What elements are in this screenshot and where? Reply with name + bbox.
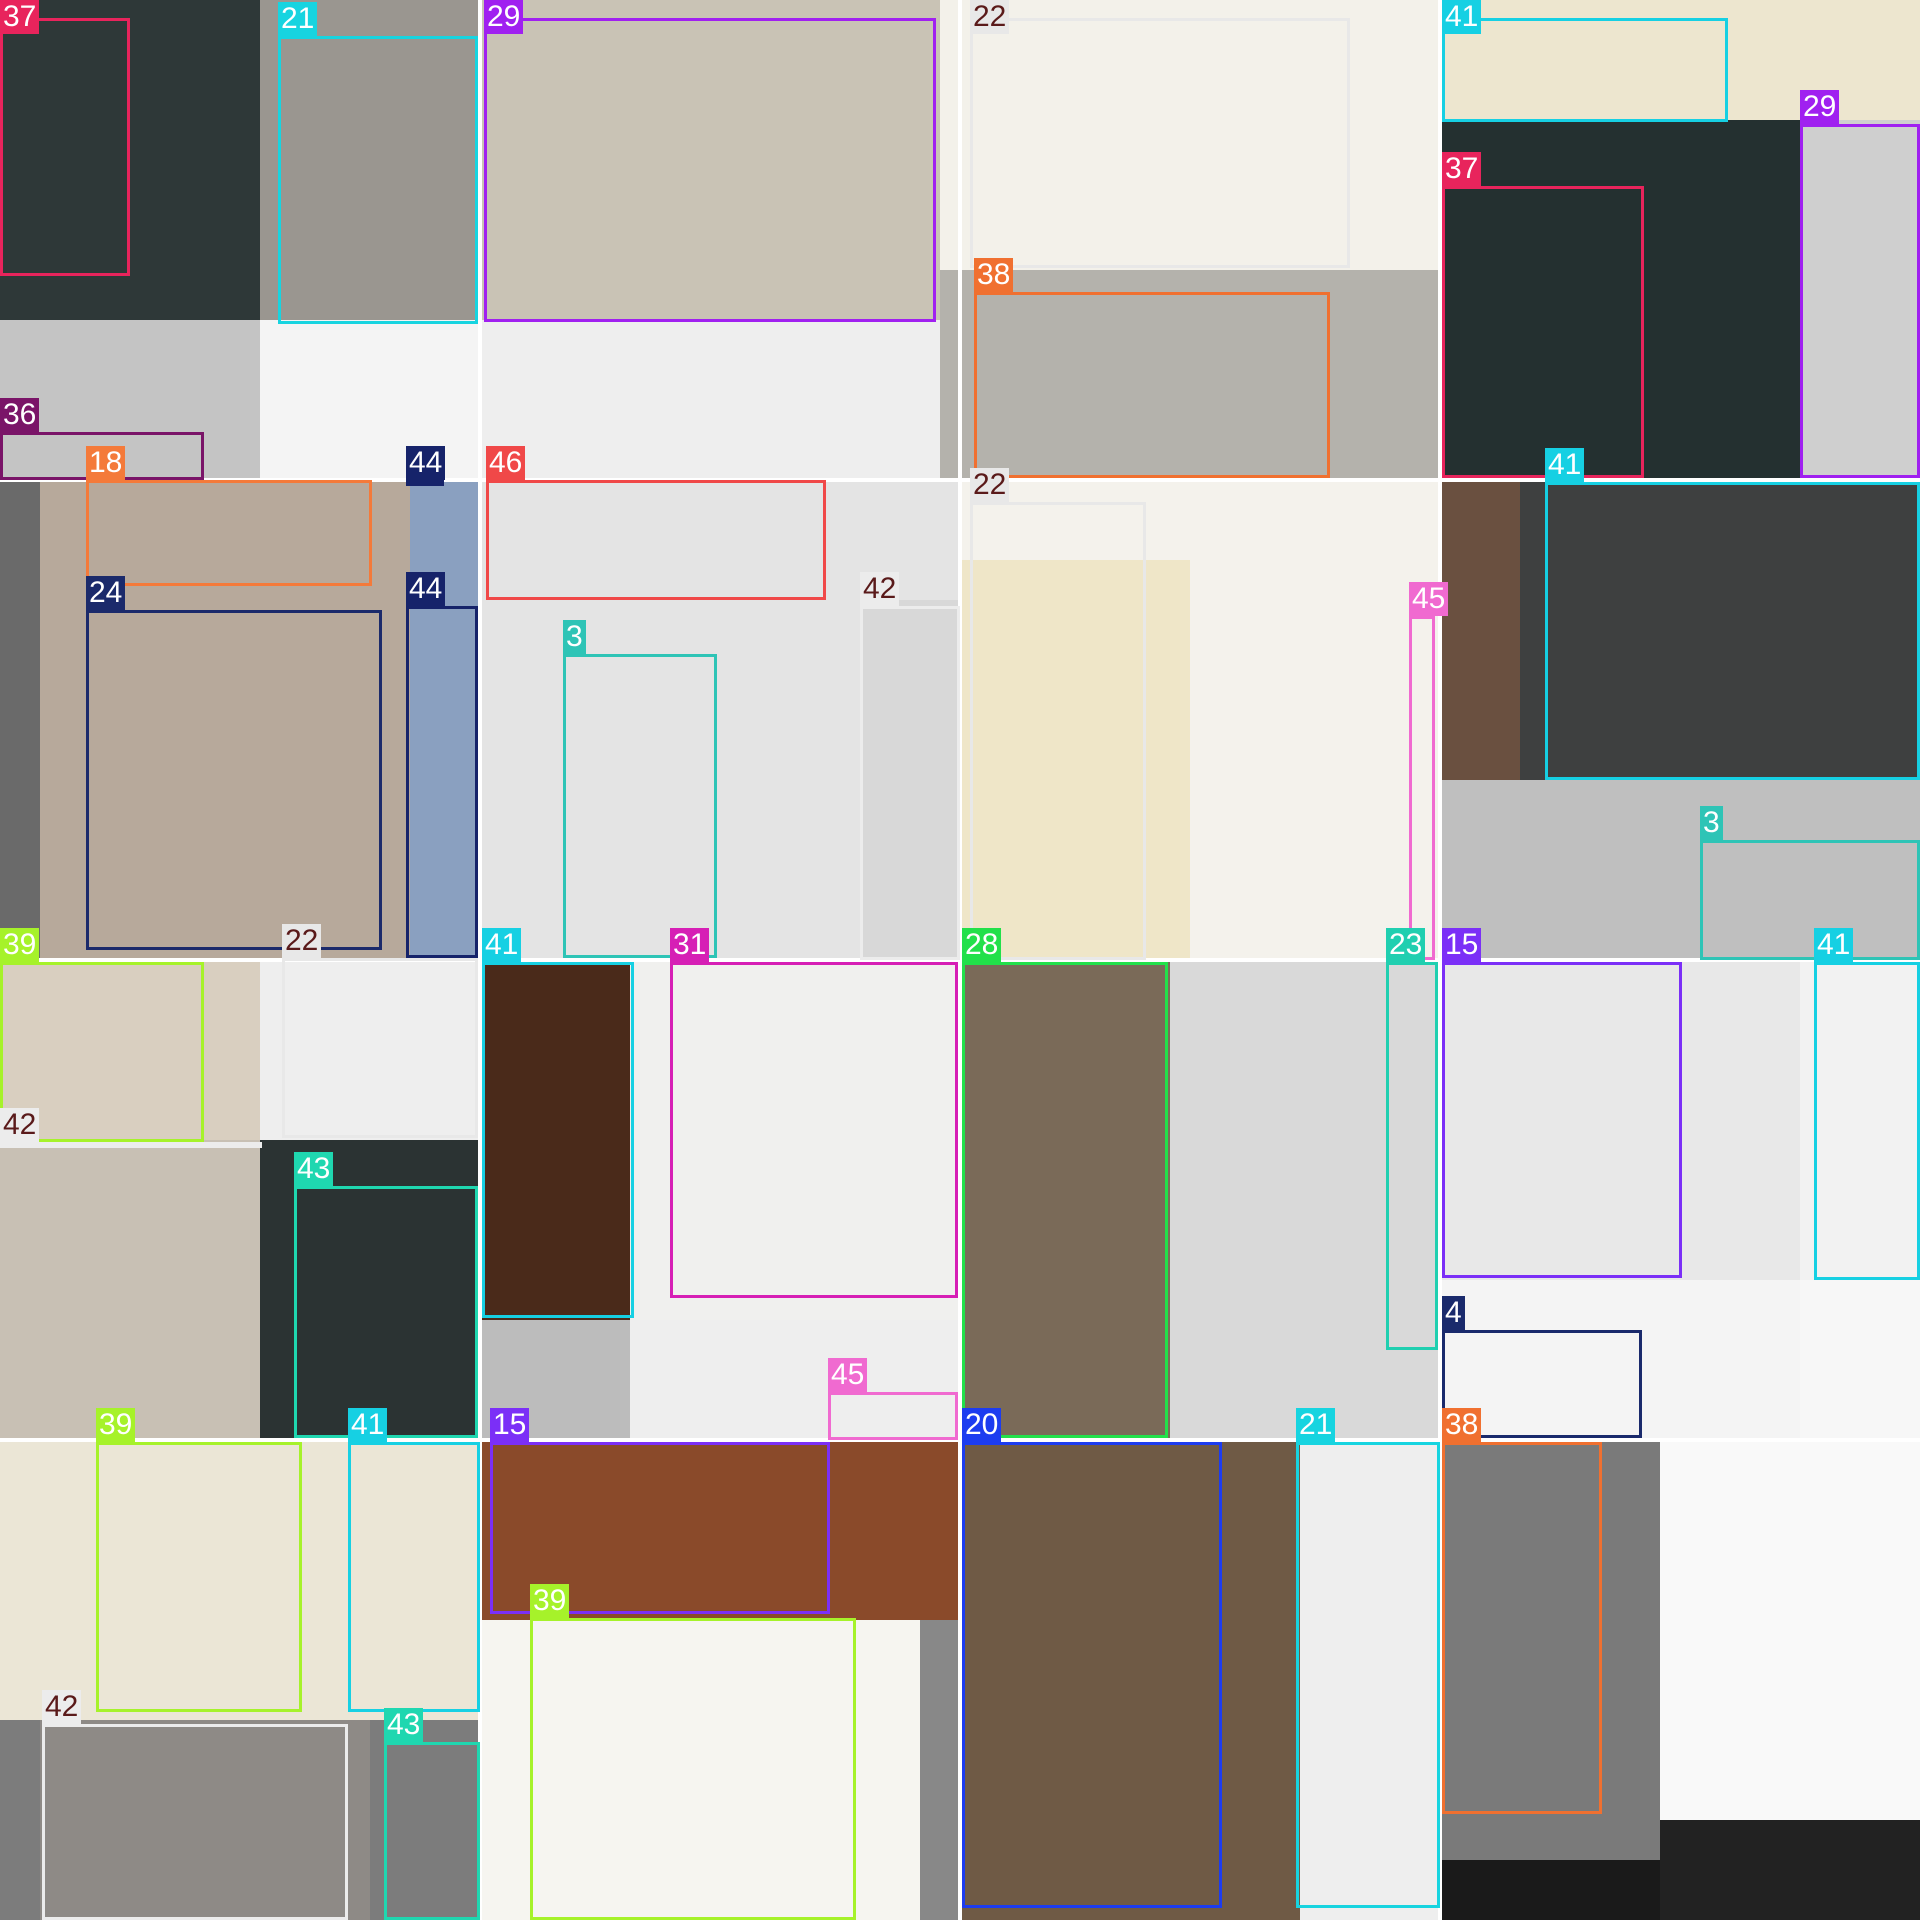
detection-box	[1386, 962, 1438, 1350]
detection-box	[278, 36, 478, 324]
photo-fragment	[920, 1620, 960, 1920]
detection-box	[670, 962, 958, 1298]
detection-box	[86, 480, 372, 586]
detection-box	[1442, 186, 1644, 478]
detection-box	[970, 502, 1146, 960]
detection-box	[1442, 1442, 1602, 1814]
detection-box	[384, 1742, 480, 1920]
detection-class-label: 38	[974, 258, 1014, 292]
photo-fragment	[260, 320, 480, 480]
detection-class-label: 45	[1409, 582, 1449, 616]
detection-box	[0, 1142, 262, 1148]
detection-class-label: 28	[962, 928, 1002, 962]
detection-box	[962, 1442, 1222, 1908]
detection-box	[1814, 962, 1920, 1280]
detection-class-label: 39	[0, 928, 40, 962]
detection-box	[486, 480, 826, 600]
detection-class-label: 42	[42, 1690, 82, 1724]
detection-class-label: 21	[278, 2, 318, 36]
detection-class-label: 43	[294, 1152, 334, 1186]
detection-box	[406, 480, 444, 486]
detection-box	[348, 1442, 480, 1712]
detection-box	[484, 18, 936, 322]
detection-box	[530, 1618, 856, 1920]
detection-class-label: 36	[0, 398, 40, 432]
detection-box	[406, 606, 478, 958]
detection-class-label: 44	[406, 446, 446, 480]
detection-box	[1545, 482, 1920, 780]
photo-fragment	[1660, 1820, 1920, 1920]
detection-class-label: 38	[1442, 1408, 1482, 1442]
detection-class-label: 22	[970, 0, 1010, 34]
photo-fragment	[480, 320, 940, 480]
detection-class-label: 43	[384, 1708, 424, 1742]
detection-box	[1700, 840, 1920, 960]
detection-box	[0, 18, 130, 276]
photo-fragment	[0, 480, 40, 960]
detection-class-label: 18	[86, 446, 126, 480]
detection-box	[962, 962, 1168, 1438]
detection-class-label: 29	[1800, 90, 1840, 124]
detection-class-label: 3	[563, 620, 586, 654]
detection-box	[828, 1392, 958, 1440]
detection-class-label: 45	[828, 1358, 868, 1392]
photo-fragment	[1440, 480, 1520, 780]
detection-class-label: 4	[1442, 1296, 1465, 1330]
detection-mosaic: sign-08-3-_jpg.rf.f7d3a254sign-42-2-_jpg…	[0, 0, 1920, 1920]
detection-class-label: 24	[86, 576, 126, 610]
detection-class-label: 41	[1545, 448, 1585, 482]
detection-class-label: 29	[484, 0, 524, 34]
detection-box	[96, 1442, 302, 1712]
detection-class-label: 39	[530, 1584, 570, 1618]
detection-box	[86, 610, 382, 950]
detection-class-label: 41	[482, 928, 522, 962]
photo-fragment	[1800, 1280, 1920, 1440]
photo-fragment	[1660, 1440, 1920, 1820]
detection-class-label: 42	[860, 572, 900, 606]
detection-class-label: 39	[96, 1408, 136, 1442]
detection-box	[294, 1186, 478, 1438]
photo-fragment	[0, 1140, 260, 1440]
detection-box	[1296, 1442, 1440, 1908]
detection-box	[1442, 18, 1728, 122]
detection-class-label: 31	[670, 928, 710, 962]
detection-class-label: 41	[1814, 928, 1854, 962]
detection-class-label: 37	[1442, 152, 1482, 186]
detection-box	[42, 1724, 348, 1920]
detection-class-label: 44	[406, 572, 446, 606]
detection-box	[970, 18, 1350, 268]
detection-box	[563, 654, 717, 958]
detection-class-label: 3	[1700, 806, 1723, 840]
detection-class-label: 20	[962, 1408, 1002, 1442]
detection-box	[974, 292, 1330, 478]
detection-class-label: 15	[1442, 928, 1482, 962]
detection-box	[282, 958, 478, 1138]
detection-class-label: 23	[1386, 928, 1426, 962]
detection-box	[1442, 962, 1682, 1278]
detection-class-label: 37	[0, 0, 40, 34]
detection-class-label: 21	[1296, 1408, 1336, 1442]
detection-class-label: 42	[0, 1108, 40, 1142]
detection-box	[1800, 124, 1920, 478]
detection-class-label: 22	[970, 468, 1010, 502]
detection-class-label: 46	[486, 446, 526, 480]
detection-class-label: 22	[282, 924, 322, 958]
detection-class-label: 15	[490, 1408, 530, 1442]
detection-box	[1409, 616, 1435, 960]
detection-class-label: 41	[1442, 0, 1482, 34]
detection-box	[860, 606, 960, 960]
detection-box	[482, 962, 634, 1318]
detection-class-label: 41	[348, 1408, 388, 1442]
